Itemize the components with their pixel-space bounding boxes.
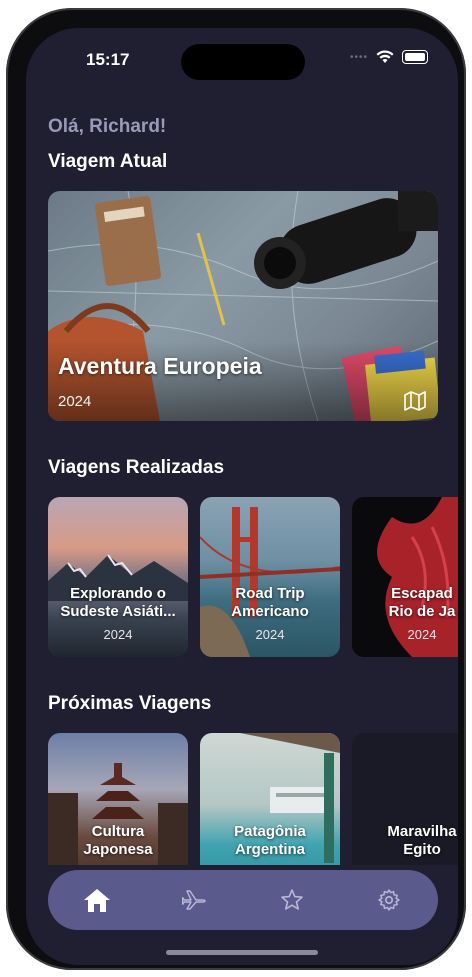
home-icon: [83, 889, 110, 912]
status-icons: ••••: [350, 50, 428, 64]
current-trip-card[interactable]: Aventura Europeia 2024: [48, 191, 438, 421]
trip-card[interactable]: Patagônia Argentina: [200, 733, 340, 865]
trip-title-line2: Rio de Ja: [388, 603, 456, 620]
trip-title-line2: Egito: [403, 841, 441, 858]
trip-title-line1: Maravilha: [387, 823, 457, 840]
trip-card[interactable]: Cultura Japonesa: [48, 733, 188, 865]
dynamic-island: [181, 44, 305, 80]
trip-card[interactable]: Escapad Rio de Ja 2024: [352, 497, 458, 657]
tab-bar: [48, 870, 438, 930]
phone-frame: 15:17 •••• Olá, Richard! Viagem Atual Av…: [6, 8, 466, 970]
current-trip-title: Aventura Europeia: [58, 353, 262, 379]
home-indicator[interactable]: [166, 950, 318, 955]
map-background: [48, 191, 438, 421]
trip-card[interactable]: Explorando o Sudeste Asiáti... 2024: [48, 497, 188, 657]
trip-title-line1: Explorando o: [70, 585, 166, 602]
trip-year: 2024: [255, 627, 285, 642]
wifi-icon: [376, 50, 394, 63]
section-title-done: Viagens Realizadas: [48, 457, 225, 478]
tab-favorites[interactable]: [262, 870, 322, 930]
current-trip-year: 2024: [58, 393, 92, 410]
signal-icon: ••••: [349, 51, 368, 63]
trip-title-line1: Road Trip: [235, 585, 305, 602]
tab-trips[interactable]: [164, 870, 224, 930]
tab-settings[interactable]: [359, 870, 419, 930]
trip-card[interactable]: Road Trip Americano 2024: [200, 497, 340, 657]
trip-title-line1: Escapad: [391, 585, 453, 602]
battery-icon: [402, 50, 428, 64]
trip-title-line2: Japonesa: [83, 841, 153, 858]
trip-title-line2: Argentina: [234, 841, 305, 858]
star-icon: [280, 889, 303, 910]
upcoming-trips-row: Cultura Japonesa Patagônia Argentina Mar…: [48, 733, 458, 865]
trip-year: 2024: [407, 627, 437, 642]
map-icon[interactable]: [404, 391, 426, 411]
trip-card[interactable]: Maravilha Egito: [352, 733, 458, 865]
greeting: Olá, Richard!: [48, 116, 167, 137]
done-trips-row: Explorando o Sudeste Asiáti... 2024 Road…: [48, 497, 458, 657]
trip-title-line2: Sudeste Asiáti...: [60, 603, 176, 620]
trip-title-line2: Americano: [231, 603, 309, 620]
section-title-current: Viagem Atual: [48, 151, 168, 172]
trip-title-line1: Patagônia: [234, 823, 306, 840]
trip-title-line1: Cultura: [91, 823, 145, 840]
app-screen: 15:17 •••• Olá, Richard! Viagem Atual Av…: [26, 28, 458, 965]
status-time: 15:17: [86, 50, 130, 69]
trip-year: 2024: [103, 627, 133, 642]
airplane-icon: [182, 890, 206, 910]
gear-icon: [378, 889, 400, 911]
tab-home[interactable]: [67, 870, 127, 930]
section-title-upcoming: Próximas Viagens: [48, 693, 212, 714]
